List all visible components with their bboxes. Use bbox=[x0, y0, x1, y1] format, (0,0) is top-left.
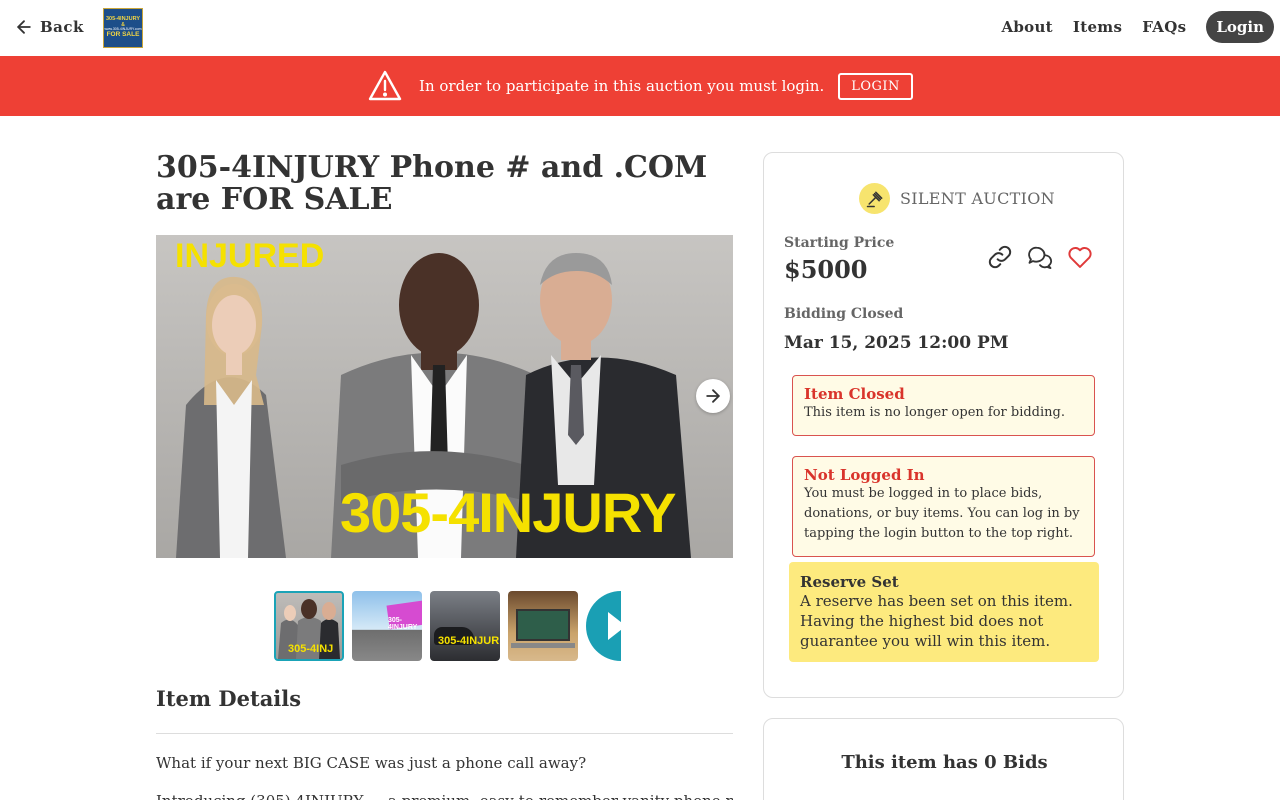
thumbnail-1-text: 305-4INJ bbox=[288, 643, 334, 655]
auction-type: SILENT AUCTION bbox=[859, 183, 1055, 214]
logo-line-4: FOR SALE bbox=[106, 30, 140, 38]
reserve-set-body: A reserve has been set on this item. Hav… bbox=[800, 592, 1073, 650]
nav-link-faqs[interactable]: FAQs bbox=[1142, 18, 1186, 36]
thumbnail-3[interactable]: 305-4INJUR bbox=[430, 591, 500, 661]
auction-card: SILENT AUCTION Starting Price $5000 Bidd… bbox=[763, 152, 1124, 698]
details-divider bbox=[156, 733, 733, 734]
nav-link-about[interactable]: About bbox=[1001, 18, 1052, 36]
login-button[interactable]: Login bbox=[1206, 11, 1274, 43]
auction-type-label: SILENT AUCTION bbox=[900, 189, 1055, 208]
gavel-icon bbox=[866, 191, 882, 207]
link-icon[interactable] bbox=[986, 243, 1014, 271]
item-closed-notice: Item Closed This item is no longer open … bbox=[792, 375, 1095, 436]
thumbnail-2[interactable]: 305-4INJURY bbox=[352, 591, 422, 661]
reserve-set-notice: Reserve Set A reserve has been set on th… bbox=[789, 562, 1099, 662]
bidding-status-label: Bidding Closed bbox=[784, 306, 904, 322]
item-closed-heading: Item Closed bbox=[804, 385, 905, 403]
gavel-badge bbox=[859, 183, 890, 214]
item-title: 305-4INJURY Phone # and .COM are FOR SAL… bbox=[156, 150, 708, 217]
alert-message: In order to participate in this auction … bbox=[419, 77, 825, 95]
not-logged-in-body: You must be logged in to place bids, don… bbox=[804, 486, 1080, 541]
back-label: Back bbox=[40, 18, 84, 36]
nav-links: About Items FAQs Login bbox=[1001, 11, 1274, 43]
image-text-brand: 305-4INJURY bbox=[340, 481, 677, 544]
login-alert-bar: In order to participate in this auction … bbox=[0, 56, 1280, 116]
nav-link-items[interactable]: Items bbox=[1073, 18, 1122, 36]
laptop-screen bbox=[516, 609, 570, 641]
item-details-heading: Item Details bbox=[156, 686, 302, 711]
starting-price-label: Starting Price bbox=[784, 235, 895, 251]
item-main-image[interactable]: INJURED 305-4INJURY bbox=[156, 235, 733, 558]
not-logged-in-notice: Not Logged In You must be logged in to p… bbox=[792, 456, 1095, 557]
play-icon bbox=[608, 612, 621, 640]
top-nav: Back 305-4INJURY & www.305-4INJURY.com F… bbox=[0, 0, 1280, 56]
heart-icon[interactable] bbox=[1066, 243, 1094, 271]
starting-price-value: $5000 bbox=[784, 255, 868, 284]
alert-login-button[interactable]: LOGIN bbox=[838, 72, 913, 100]
thumbnail-video[interactable] bbox=[586, 591, 621, 661]
warning-icon bbox=[368, 70, 402, 101]
thumbnail-2-text: 305-4INJURY bbox=[388, 617, 418, 631]
back-button[interactable]: Back bbox=[14, 17, 84, 37]
image-text-injured: INJURED bbox=[175, 237, 325, 275]
bids-card: This item has 0 Bids bbox=[763, 718, 1124, 800]
arrow-left-icon bbox=[17, 20, 31, 34]
bid-count-text: This item has 0 Bids bbox=[841, 752, 1048, 773]
comments-icon[interactable] bbox=[1026, 243, 1054, 271]
arrow-right-icon bbox=[706, 389, 720, 403]
not-logged-in-heading: Not Logged In bbox=[804, 466, 925, 484]
site-logo[interactable]: 305-4INJURY & www.305-4INJURY.com FOR SA… bbox=[103, 8, 143, 48]
item-description-paragraph-2: Introducing (305) 4INJURY — a premium, e… bbox=[156, 792, 733, 800]
thumbnail-4[interactable] bbox=[508, 591, 578, 661]
thumbnail-1[interactable]: 305-4INJ bbox=[274, 591, 344, 661]
thumbnail-strip: 305-4INJ 305-4INJURY 305-4INJUR bbox=[274, 591, 621, 661]
item-description-paragraph-1: What if your next BIG CASE was just a ph… bbox=[156, 754, 587, 772]
next-image-button[interactable] bbox=[696, 379, 730, 413]
laptop-base bbox=[511, 643, 575, 648]
item-closed-body: This item is no longer open for bidding. bbox=[804, 405, 1065, 420]
thumbnail-3-text: 305-4INJUR bbox=[438, 635, 500, 647]
bidding-close-date: Mar 15, 2025 12:00 PM bbox=[784, 333, 1009, 353]
reserve-set-heading: Reserve Set bbox=[800, 573, 899, 591]
card-actions bbox=[986, 243, 1094, 271]
